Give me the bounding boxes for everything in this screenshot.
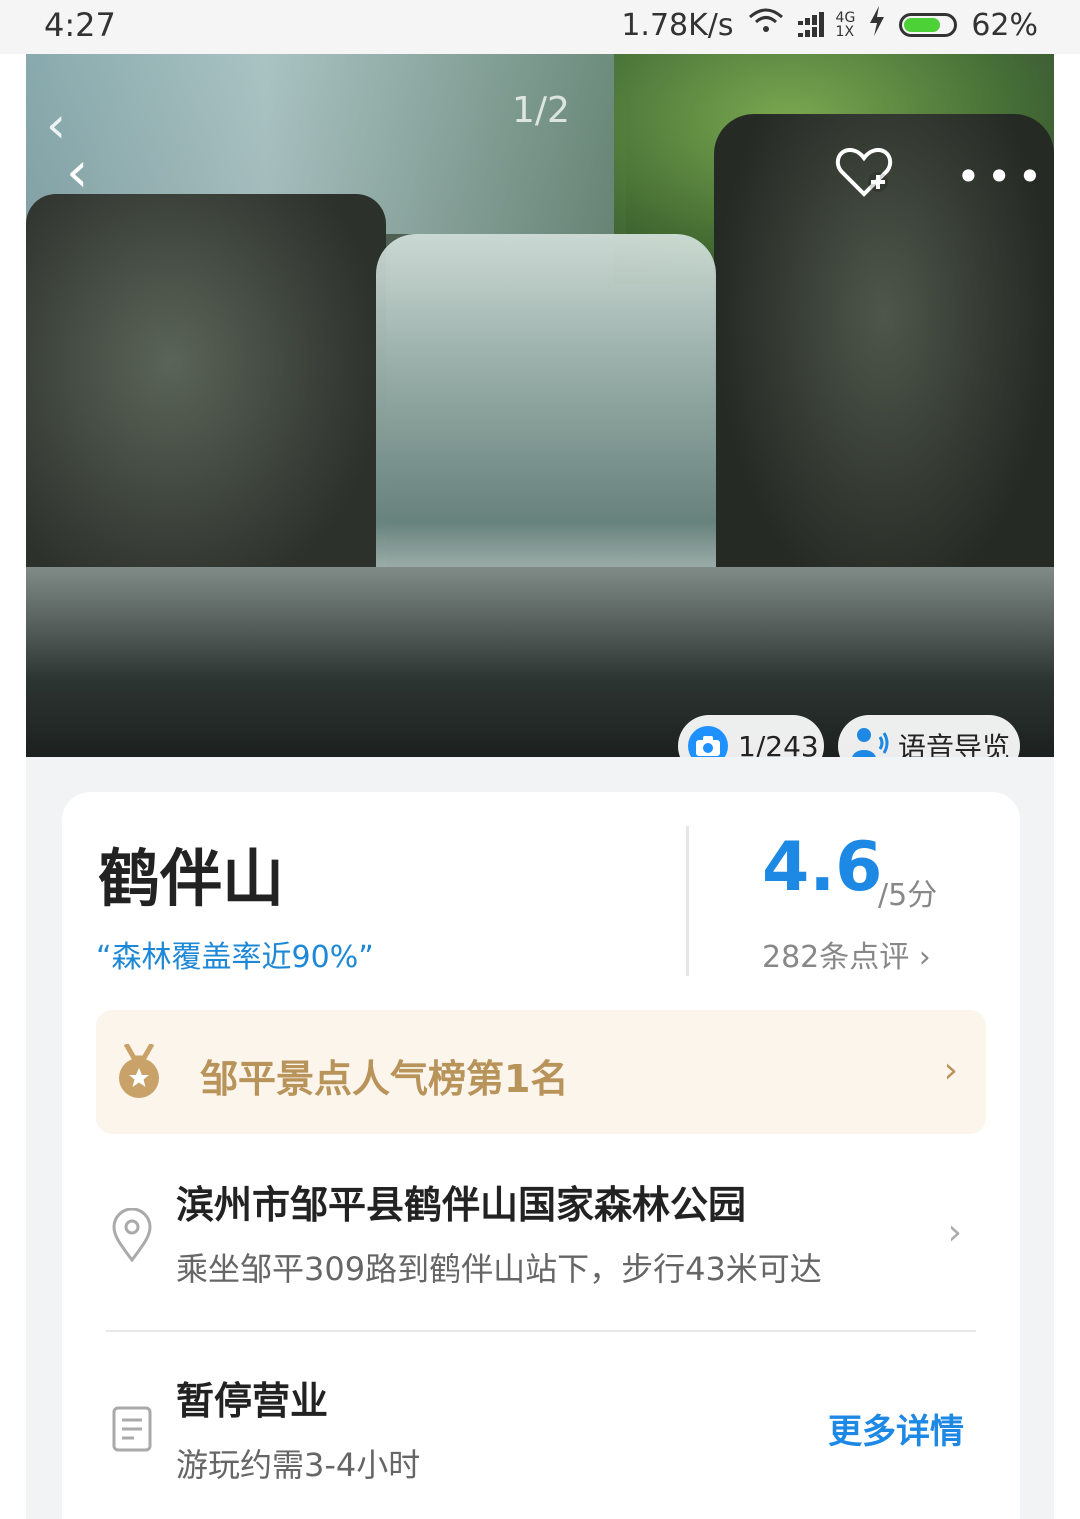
wifi-icon — [748, 7, 784, 43]
rating-unit: /5分 — [878, 878, 938, 913]
hero-photo[interactable]: ‹ ‹ 1/2 ••• 1/243 语音导览 — [26, 54, 1054, 757]
status-bar: 4:27 1.78K/s 4G 1X 62% — [0, 0, 1080, 54]
divider — [686, 826, 689, 976]
document-icon — [112, 1406, 152, 1452]
address-title[interactable]: 滨州市邹平县鹤伴山国家森林公园 — [176, 1174, 746, 1229]
status-indicators: 1.78K/s 4G 1X 62% — [621, 6, 1038, 44]
audio-guide-label: 语音导览 — [898, 731, 1011, 757]
opening-status: 暂停营业 — [176, 1379, 329, 1423]
network-type-top: 4G — [835, 10, 856, 26]
medal-icon — [116, 1042, 162, 1100]
location-pin-icon — [110, 1207, 154, 1263]
network-type-bottom: 1X — [835, 24, 855, 40]
back-button[interactable]: ‹ — [66, 140, 88, 205]
audio-guide-button[interactable]: 语音导览 — [838, 715, 1020, 757]
more-details-link[interactable]: 更多详情 — [828, 1404, 964, 1453]
status-time: 4:27 — [44, 6, 116, 44]
ranking-label: 邹平景点人气榜第1名 — [200, 1057, 569, 1101]
battery-icon — [899, 13, 958, 37]
charging-icon — [869, 6, 885, 44]
photos-count: 1/243 — [738, 729, 819, 758]
ranking-banner[interactable]: 邹平景点人气榜第1名 › — [96, 1010, 986, 1134]
camera-icon — [688, 726, 728, 757]
attraction-tagline: “森林覆盖率近90%” — [96, 940, 374, 975]
chevron-right-icon: › — [943, 1050, 958, 1091]
divider — [106, 1330, 976, 1332]
visit-duration: 游玩约需3-4小时 — [176, 1446, 421, 1484]
back-icon[interactable]: ‹ — [46, 96, 66, 154]
attraction-card: 鹤伴山 “森林覆盖率近90%” 4.6 /5分 282条点评 › 邹平景点人气榜… — [62, 792, 1020, 1519]
signal-icon: 4G 1X — [797, 10, 856, 40]
chevron-right-icon[interactable]: › — [948, 1212, 962, 1253]
audio-guide-icon — [850, 725, 890, 757]
favorite-add-icon[interactable] — [834, 142, 894, 202]
more-icon[interactable]: ••• — [956, 152, 1048, 201]
battery-percent: 62% — [971, 7, 1038, 43]
directions-text: 乘坐邹平309路到鹤伴山站下，步行43米可达 — [176, 1250, 822, 1288]
rating-score: 4.6 — [762, 828, 883, 907]
reviews-link[interactable]: 282条点评 › — [762, 932, 931, 976]
photos-count-button[interactable]: 1/243 — [678, 715, 824, 757]
image-counter: 1/2 — [512, 90, 570, 131]
net-speed: 1.78K/s — [621, 7, 734, 43]
attraction-name: 鹤伴山 — [98, 842, 285, 915]
screen: ‹ ‹ 1/2 ••• 1/243 语音导览 鹤伴山 “森林覆盖率近90%” 4… — [26, 0, 1054, 1519]
